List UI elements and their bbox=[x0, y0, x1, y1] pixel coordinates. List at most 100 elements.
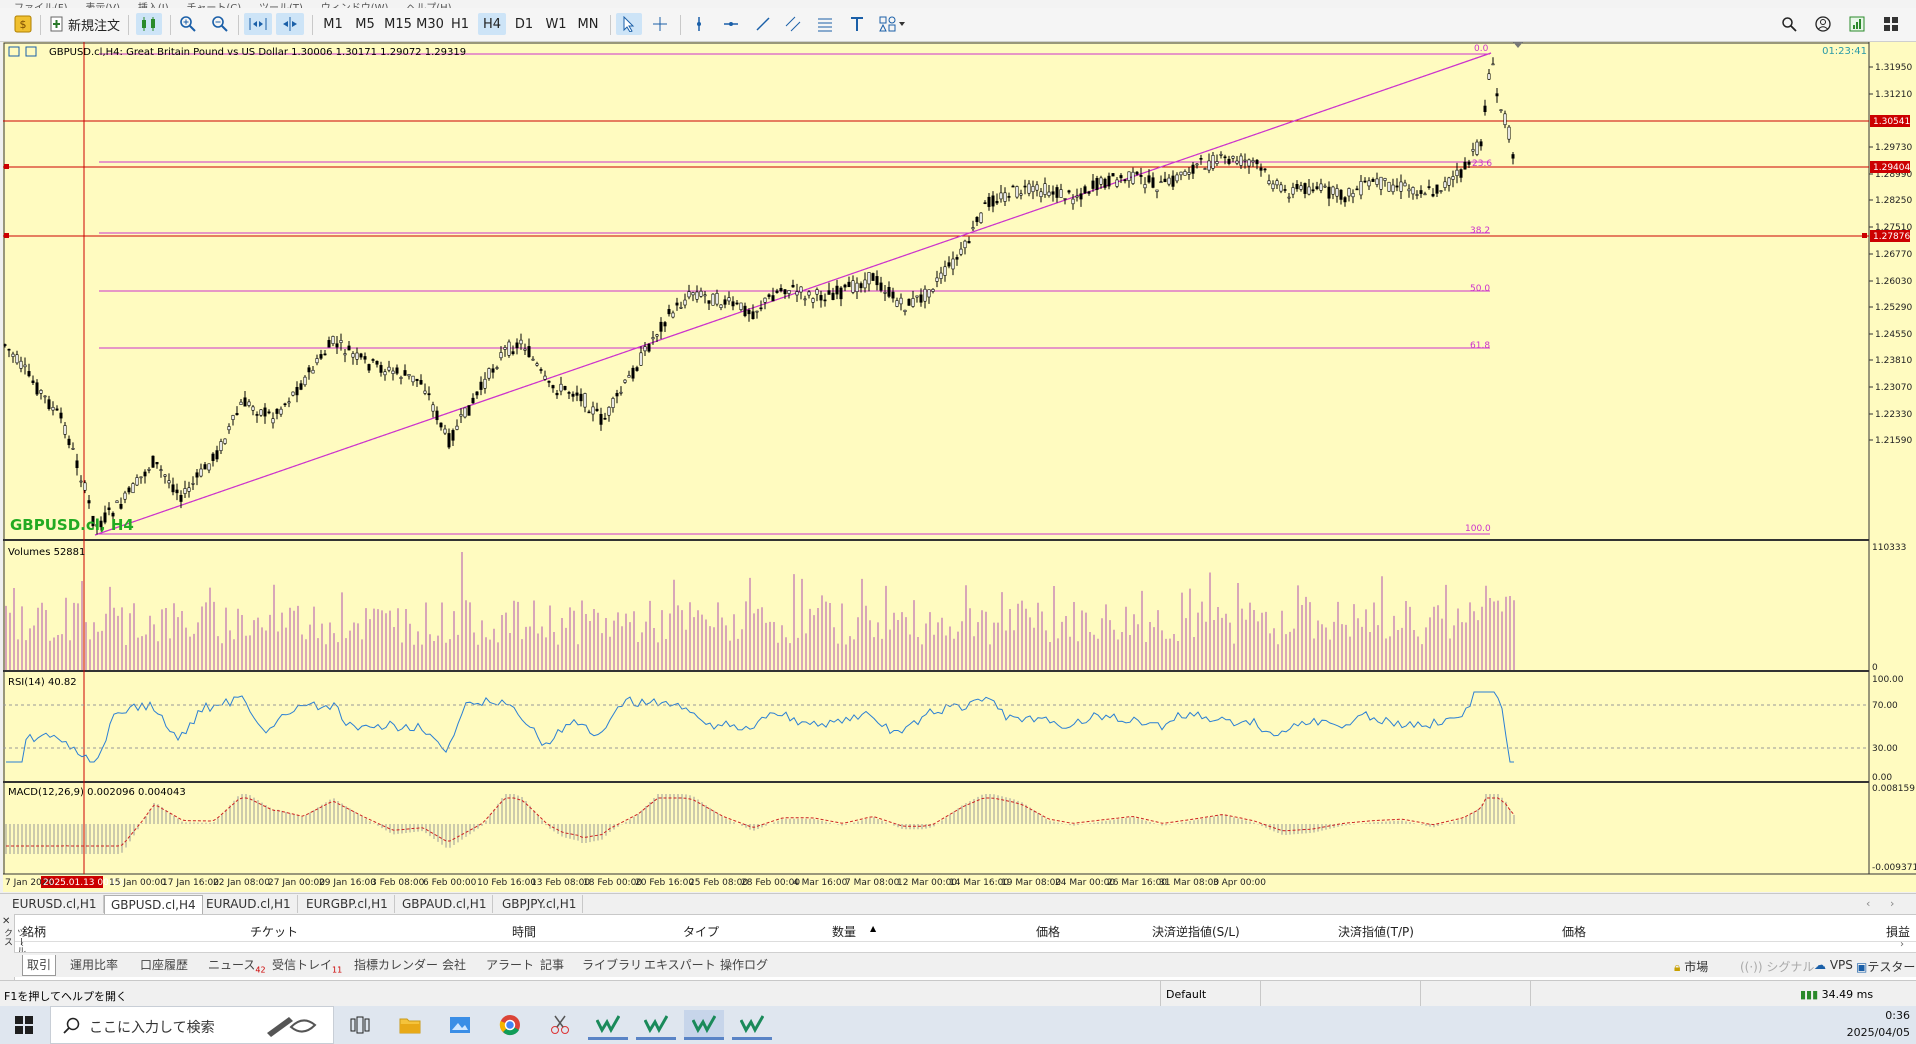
market-button[interactable]: 🔒︎ 市場 bbox=[1674, 958, 1708, 975]
vertical-line-button[interactable] bbox=[688, 13, 710, 35]
chart-tab-gbpjpy[interactable]: GBPJPY.cl,H1 bbox=[496, 895, 584, 913]
mt5-window-3[interactable] bbox=[684, 1010, 724, 1040]
inbox-badge: 11 bbox=[332, 965, 343, 975]
timeframe-w1[interactable]: W1 bbox=[544, 13, 568, 35]
chart-tabs: EURUSD.cl,H1 GBPUSD.cl,H4 EURAUD.cl,H1 E… bbox=[0, 893, 1916, 914]
chart-type-candles-button[interactable] bbox=[136, 13, 162, 35]
start-button[interactable] bbox=[4, 1010, 44, 1040]
chart-tab-eurusd[interactable]: EURUSD.cl,H1 bbox=[6, 895, 104, 913]
tab-trade[interactable]: 取引 bbox=[22, 955, 57, 976]
algo-trading-button[interactable]: $ bbox=[12, 13, 34, 35]
time-tick: 7 Mar 08:00 bbox=[845, 878, 900, 888]
vps-button[interactable]: ☁ VPS bbox=[1814, 958, 1853, 972]
mt5-window-1[interactable] bbox=[588, 1010, 628, 1040]
new-order-button[interactable]: 新規注文 bbox=[48, 13, 122, 35]
col-sl[interactable]: 決済逆指値(S/L) bbox=[1152, 923, 1240, 940]
horizontal-line-icon bbox=[724, 22, 738, 26]
new-order-icon bbox=[50, 16, 63, 32]
price-tick: 1.26030 bbox=[1875, 277, 1912, 287]
col-volume[interactable]: 数量 bbox=[832, 923, 856, 940]
tab-journal[interactable]: 操作ログ bbox=[716, 955, 772, 975]
fibonacci-button[interactable] bbox=[814, 13, 836, 35]
auto-scroll-button[interactable] bbox=[244, 13, 272, 35]
tab-mailbox[interactable]: 受信トレイ11 bbox=[268, 955, 346, 975]
trendline-button[interactable] bbox=[752, 13, 774, 35]
timeframe-d1[interactable]: D1 bbox=[512, 13, 536, 35]
tab-alerts[interactable]: アラート bbox=[482, 955, 538, 975]
snipping-tool-button[interactable] bbox=[540, 1010, 580, 1040]
col-type[interactable]: タイプ bbox=[683, 923, 719, 940]
file-explorer-button[interactable] bbox=[390, 1010, 430, 1040]
time-axis[interactable]: 7 Jan 20252025.01.13 00:0015 Jan 00:0017… bbox=[5, 878, 1266, 888]
search-icon bbox=[63, 1017, 80, 1034]
grid-layout-icon bbox=[1884, 17, 1898, 31]
tab-history[interactable]: 口座履歴 bbox=[136, 955, 192, 975]
task-view-button[interactable] bbox=[340, 1010, 380, 1040]
zoom-in-button[interactable] bbox=[176, 13, 200, 35]
timeframe-m5[interactable]: M5 bbox=[352, 13, 378, 35]
timeframe-h1[interactable]: H1 bbox=[448, 13, 472, 35]
col-price[interactable]: 価格 bbox=[1036, 923, 1060, 940]
timeframe-m30[interactable]: M30 bbox=[414, 13, 446, 35]
terminal-side-tab[interactable]: ✕ ツールボックス bbox=[0, 914, 25, 980]
tab-news[interactable]: ニュース42 bbox=[204, 955, 270, 975]
tab-experts[interactable]: エキスパート bbox=[640, 955, 720, 975]
chart-area[interactable]: 0.0 23.6 38.2 50.0 61.8 100.0 GBPUSD.cl,… bbox=[3, 42, 1916, 892]
chart-tab-gbpusd[interactable]: GBPUSD.cl,H4 bbox=[104, 895, 203, 914]
tab-calendar[interactable]: 指標カレンダー bbox=[350, 955, 442, 975]
mt5-window-4[interactable] bbox=[732, 1010, 772, 1040]
zoom-out-button[interactable] bbox=[208, 13, 232, 35]
timeframe-m15[interactable]: M15 bbox=[382, 13, 414, 35]
metatrader-icon bbox=[644, 1014, 668, 1033]
col-time[interactable]: 時間 bbox=[512, 923, 536, 940]
shapes-dropdown-button[interactable] bbox=[876, 13, 910, 35]
rsi-tick-70: 70.00 bbox=[1872, 701, 1898, 711]
macd-label: MACD(12,26,9) 0.002096 0.004043 bbox=[8, 787, 186, 798]
timeframe-h4[interactable]: H4 bbox=[478, 13, 506, 35]
channel-button[interactable] bbox=[782, 13, 804, 35]
taskbar-search-input[interactable]: ここに入力して検索 bbox=[50, 1006, 334, 1044]
text-tool-button[interactable] bbox=[846, 13, 868, 35]
tab-library[interactable]: ライブラリ bbox=[578, 955, 646, 975]
mt5-window-2[interactable] bbox=[636, 1010, 676, 1040]
tab-articles[interactable]: 記事 bbox=[536, 955, 568, 975]
timeframe-mn[interactable]: MN bbox=[574, 13, 602, 35]
clock-date[interactable]: 2025/04/05 bbox=[1846, 1026, 1910, 1039]
layout-button[interactable] bbox=[1880, 13, 1902, 35]
cursor-tool-button[interactable] bbox=[616, 13, 642, 35]
account-button[interactable] bbox=[1812, 13, 1834, 35]
crosshair-button[interactable] bbox=[648, 13, 672, 35]
price-tick: 1.28250 bbox=[1875, 196, 1912, 206]
col-ticket[interactable]: チケット bbox=[250, 923, 298, 940]
tab-scroll-left-icon[interactable]: ‹ bbox=[1866, 897, 1870, 910]
tab-scroll-right-icon[interactable]: › bbox=[1890, 897, 1894, 910]
tester-button[interactable]: ▣テスター bbox=[1856, 958, 1915, 975]
terminal-hscrollbar[interactable]: ‹ › bbox=[14, 939, 1916, 952]
time-tick: 3 Apr 00:00 bbox=[1213, 878, 1266, 888]
scroll-right-icon[interactable]: › bbox=[1900, 939, 1904, 950]
close-icon[interactable]: ✕ bbox=[2, 916, 10, 927]
chrome-button[interactable] bbox=[490, 1010, 530, 1040]
fibonacci-icon bbox=[818, 18, 832, 32]
new-order-label: 新規注文 bbox=[67, 18, 120, 34]
tab-exposure[interactable]: 運用比率 bbox=[66, 955, 122, 975]
tester-icon: ▣ bbox=[1856, 960, 1868, 974]
col-profit[interactable]: 損益 bbox=[1886, 923, 1910, 940]
timeframe-m1[interactable]: M1 bbox=[320, 13, 346, 35]
chart-tab-euraud[interactable]: EURAUD.cl,H1 bbox=[200, 895, 298, 913]
search-button[interactable] bbox=[1778, 13, 1800, 35]
tab-company[interactable]: 会社 bbox=[438, 955, 470, 975]
chart-tab-eurgbp[interactable]: EURGBP.cl,H1 bbox=[300, 895, 395, 913]
signal-icon: ((·)) bbox=[1740, 960, 1763, 974]
photos-app-button[interactable] bbox=[440, 1010, 480, 1040]
col-price-current[interactable]: 価格 bbox=[1562, 923, 1586, 940]
col-tp[interactable]: 決済指値(T/P) bbox=[1338, 923, 1414, 940]
chart-tab-gbpaud[interactable]: GBPAUD.cl,H1 bbox=[396, 895, 494, 913]
clock-time[interactable]: 0:36 bbox=[1850, 1009, 1910, 1022]
horizontal-line-button[interactable] bbox=[720, 13, 742, 35]
chart-shift-button[interactable] bbox=[276, 13, 304, 35]
symbol-watermark: GBPUSD.cl, H4 bbox=[10, 516, 134, 534]
price-chart[interactable]: 0.0 23.6 38.2 50.0 61.8 100.0 GBPUSD.cl,… bbox=[3, 42, 1916, 892]
signal-level-button[interactable] bbox=[1846, 13, 1868, 35]
signals-button[interactable]: ((·)) シグナル bbox=[1740, 958, 1814, 975]
